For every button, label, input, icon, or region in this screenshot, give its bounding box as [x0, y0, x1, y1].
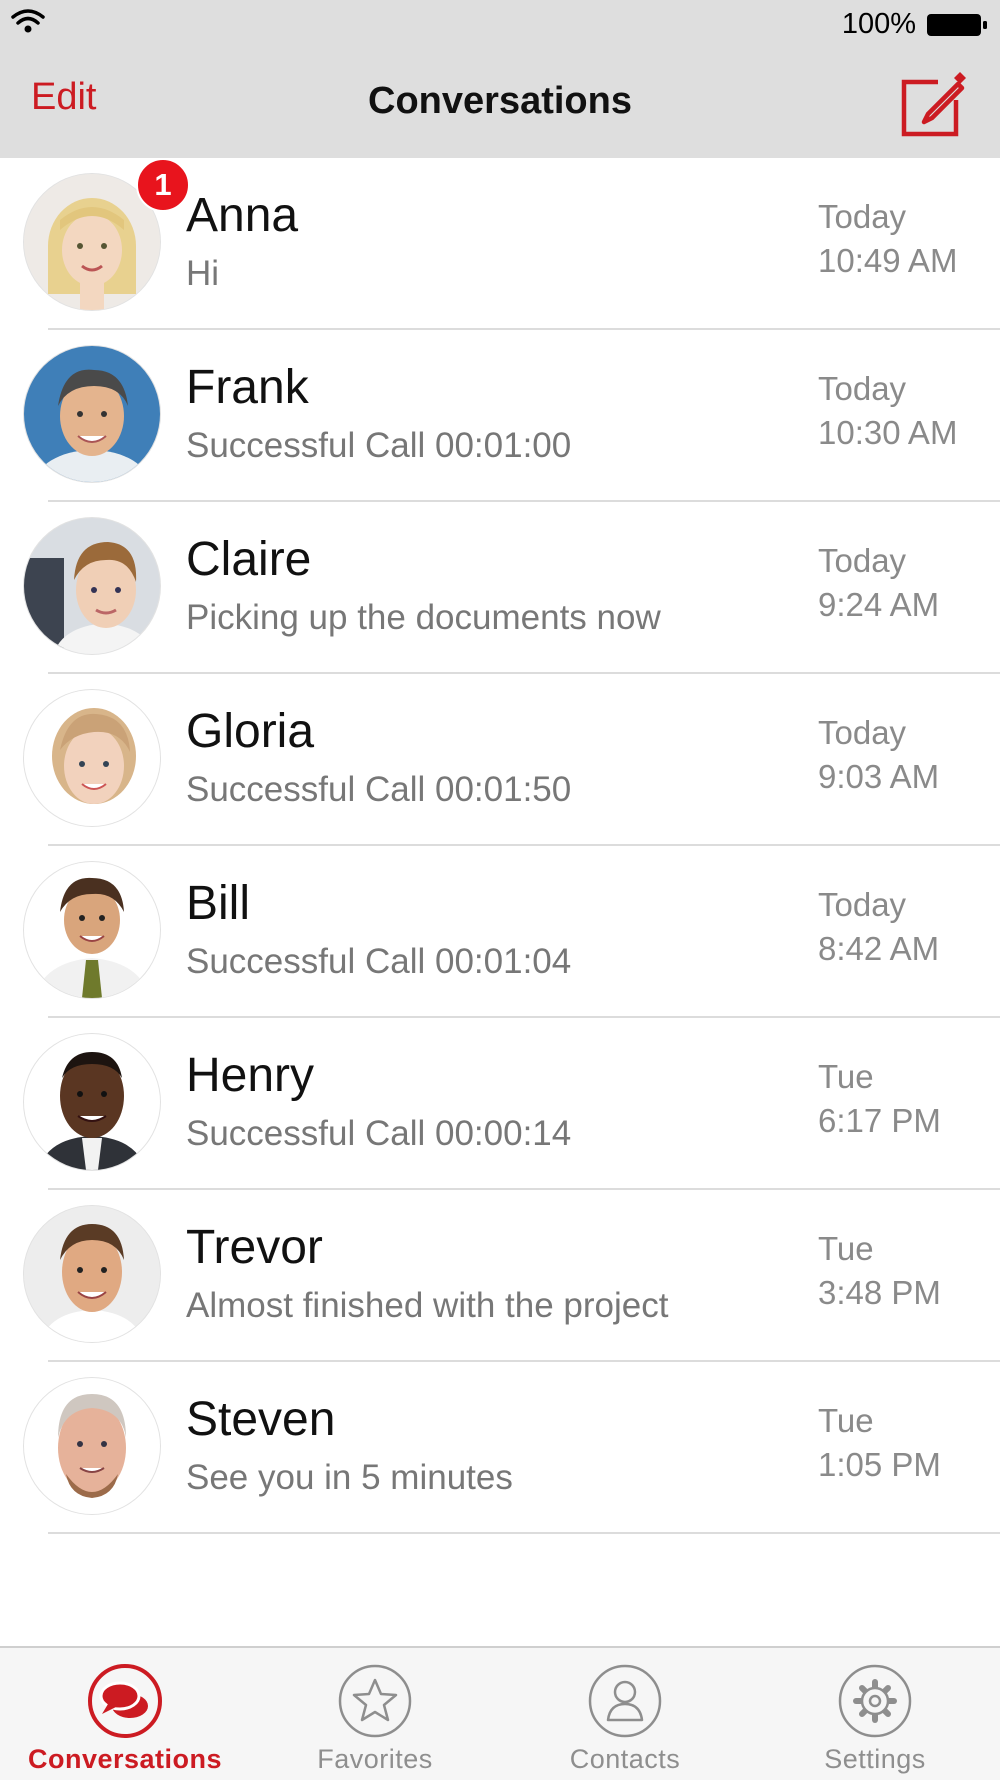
page-title: Conversations	[368, 80, 632, 122]
status-bar: 100%	[0, 0, 1000, 48]
contact-name: Frank	[186, 361, 309, 414]
gear-icon	[838, 1664, 912, 1738]
star-icon	[338, 1664, 412, 1738]
conversation-row-steven[interactable]: Steven See you in 5 minutes Tue 1:05 PM	[0, 1362, 1000, 1534]
tab-contacts[interactable]: Contacts	[500, 1648, 750, 1780]
message-preview: Hi	[186, 254, 220, 293]
conversation-row-gloria[interactable]: Gloria Successful Call 00:01:50 Today 9:…	[0, 674, 1000, 846]
conversation-list: 1 Anna Hi Today 10:49 AM Frank Successfu…	[0, 158, 1000, 1534]
message-preview: Successful Call 00:01:04	[186, 942, 572, 981]
wifi-icon	[11, 9, 45, 33]
conversation-day: Tue	[818, 1230, 874, 1267]
tab-favorites[interactable]: Favorites	[250, 1648, 500, 1780]
chat-bubbles-icon	[88, 1664, 162, 1738]
tab-settings[interactable]: Settings	[750, 1648, 1000, 1780]
compose-icon[interactable]	[898, 68, 968, 138]
conversation-row-anna[interactable]: 1 Anna Hi Today 10:49 AM	[0, 158, 1000, 330]
nav-bar: Edit Conversations	[0, 48, 1000, 158]
contact-name: Claire	[186, 533, 312, 586]
message-preview: Successful Call 00:01:00	[186, 426, 572, 465]
conversation-time: 8:42 AM	[818, 930, 940, 967]
conversation-row-trevor[interactable]: Trevor Almost finished with the project …	[0, 1190, 1000, 1362]
contact-name: Trevor	[186, 1221, 323, 1274]
conversation-time: 1:05 PM	[818, 1446, 941, 1483]
conversation-time: 10:49 AM	[818, 242, 958, 279]
battery-percent: 100%	[841, 8, 916, 40]
tab-label: Settings	[824, 1744, 926, 1774]
contact-name: Bill	[186, 877, 251, 930]
conversation-row-henry[interactable]: Henry Successful Call 00:00:14 Tue 6:17 …	[0, 1018, 1000, 1190]
message-preview: Successful Call 00:01:50	[186, 770, 572, 809]
contact-name: Gloria	[186, 705, 315, 758]
avatar	[24, 518, 160, 654]
avatar	[24, 1378, 160, 1514]
contact-name: Henry	[186, 1049, 315, 1102]
avatar	[24, 1034, 160, 1170]
divider	[48, 1532, 1000, 1534]
conversation-time: 10:30 AM	[818, 414, 958, 451]
contact-name: Steven	[186, 1393, 336, 1446]
tab-conversations[interactable]: Conversations	[0, 1648, 250, 1780]
avatar	[24, 690, 160, 826]
person-icon	[588, 1664, 662, 1738]
conversation-day: Tue	[818, 1402, 874, 1439]
conversation-row-claire[interactable]: Claire Picking up the documents now Toda…	[0, 502, 1000, 674]
conversation-time: 6:17 PM	[818, 1102, 941, 1139]
conversation-day: Today	[818, 714, 907, 751]
conversation-time: 9:24 AM	[818, 586, 940, 623]
conversation-time: 3:48 PM	[818, 1274, 941, 1311]
avatar	[24, 346, 160, 482]
battery-full-icon	[927, 14, 987, 36]
tab-label: Favorites	[317, 1744, 433, 1774]
conversation-day: Tue	[818, 1058, 874, 1095]
contact-name: Anna	[186, 189, 299, 242]
conversation-time: 9:03 AM	[818, 758, 940, 795]
message-preview: Successful Call 00:00:14	[186, 1114, 572, 1153]
tab-label: Conversations	[27, 1744, 223, 1774]
conversation-day: Today	[818, 542, 907, 579]
conversation-day: Today	[818, 370, 907, 407]
message-preview: Almost finished with the project	[186, 1286, 669, 1325]
conversation-row-frank[interactable]: Frank Successful Call 00:01:00 Today 10:…	[0, 330, 1000, 502]
conversation-day: Today	[818, 886, 907, 923]
avatar	[24, 862, 160, 998]
tab-bar: Conversations Favorites Contacts Setting…	[0, 1646, 1000, 1780]
conversation-day: Today	[818, 198, 907, 235]
tab-label: Contacts	[569, 1744, 681, 1774]
avatar	[24, 1206, 160, 1342]
message-preview: Picking up the documents now	[186, 598, 661, 637]
unread-badge: 1	[136, 158, 190, 212]
message-preview: See you in 5 minutes	[186, 1458, 513, 1497]
conversation-row-bill[interactable]: Bill Successful Call 00:01:04 Today 8:42…	[0, 846, 1000, 1018]
